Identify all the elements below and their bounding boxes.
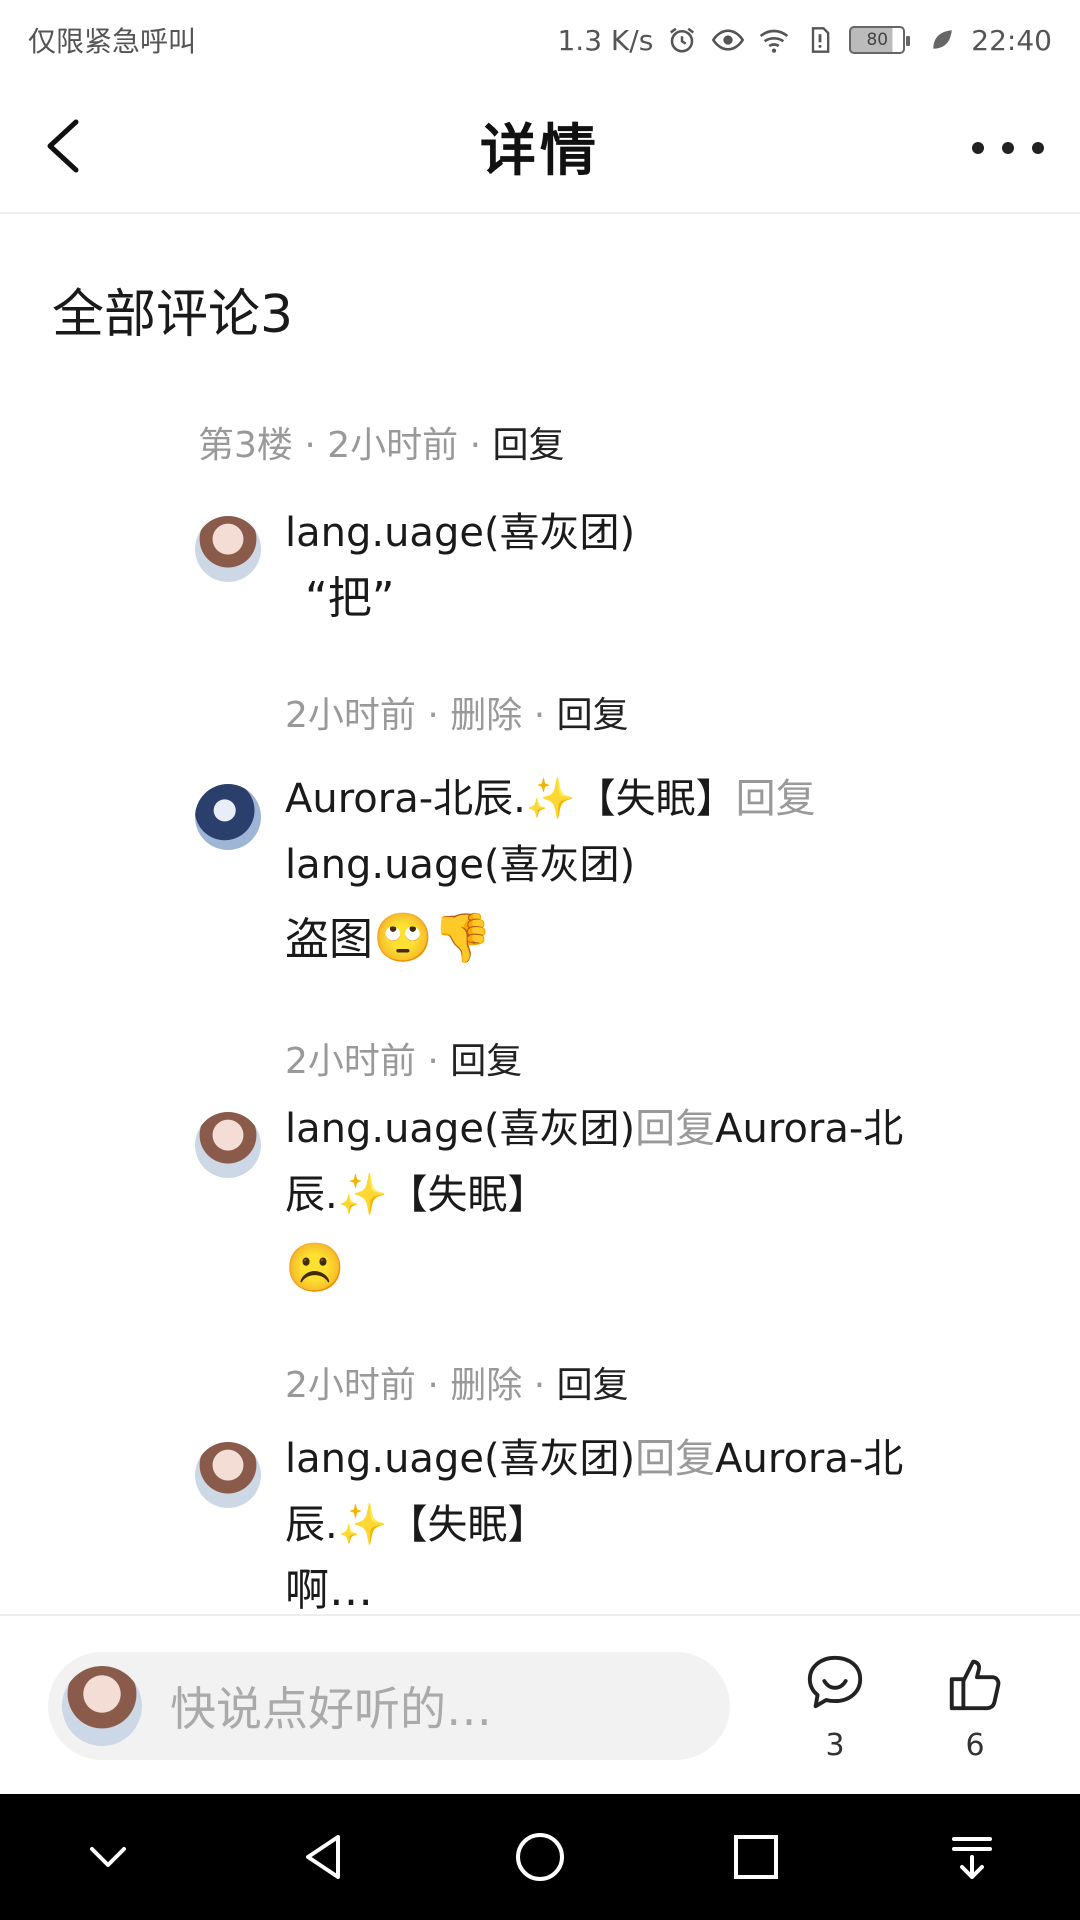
more-button[interactable] <box>972 128 1044 168</box>
reply-link[interactable]: 回复 <box>557 695 629 736</box>
floor-time: 2小时前 <box>327 425 459 466</box>
comment-button[interactable]: 3 <box>795 1652 875 1763</box>
clock-time: 22:40 <box>971 23 1052 57</box>
reply-username[interactable]: lang.uage(喜灰团) <box>285 510 635 556</box>
reply-content: Aurora-北辰.✨【失眠】回复 lang.uage(喜灰团) 盗图🙄👎 <box>285 766 1005 980</box>
reply-text: “把” <box>305 573 395 624</box>
like-count: 6 <box>965 1728 985 1763</box>
leaf-icon <box>925 23 959 57</box>
nav-recents-icon[interactable] <box>728 1829 784 1885</box>
reply-item: Aurora-北辰.✨【失眠】回复 lang.uage(喜灰团) 盗图🙄👎 2小… <box>195 766 1005 1086</box>
status-bar: 仅限紧急呼叫 1.3 K/s 80 22:40 <box>0 0 1080 80</box>
back-icon <box>47 119 79 173</box>
reply-word: 回复 <box>635 1106 716 1152</box>
floor-reply-link[interactable]: 回复 <box>493 425 565 466</box>
comment-input-bar: 快说点好听的… 3 6 <box>0 1614 1080 1794</box>
title-bar: 详情 <box>0 80 1080 214</box>
sparkle-emoji: ✨ <box>525 776 576 822</box>
comment-input[interactable]: 快说点好听的… <box>48 1652 730 1760</box>
eye-icon <box>711 23 745 57</box>
comments-header: 全部评论3 <box>52 285 294 345</box>
like-icon <box>949 1659 1001 1711</box>
reply-meta: 2小时前 · 回复 <box>285 1041 523 1082</box>
more-icon-dot <box>972 142 984 154</box>
reply-link[interactable]: 回复 <box>557 1365 629 1406</box>
reply-item: lang.uage(喜灰团) “把” 2小时前 · 删除 · 回复 <box>195 500 1005 760</box>
reply-text: 盗图 <box>285 914 373 965</box>
alarm-icon <box>665 23 699 57</box>
reply-word: 回复 <box>735 776 816 822</box>
user-tag: 【失眠】 <box>575 776 736 822</box>
avatar[interactable] <box>195 1112 261 1178</box>
floor-number: 第3楼 <box>198 425 293 466</box>
like-button[interactable]: 6 <box>935 1652 1015 1763</box>
sparkle-emoji: ✨ <box>337 1172 388 1218</box>
reply-content: lang.uage(喜灰团)回复Aurora-北辰.✨【失眠】 啊… <box>285 1426 1005 1614</box>
reply-emoji: 🙄👎 <box>373 910 493 966</box>
user-tag: 【失眠】 <box>387 1172 548 1218</box>
comment-icon <box>807 1655 863 1709</box>
collapse-icon[interactable] <box>80 1829 136 1885</box>
reply-meta: 2小时前 · 删除 · 回复 <box>285 1365 629 1406</box>
reply-time: 2小时前 <box>285 1041 416 1082</box>
nav-back-icon[interactable] <box>296 1829 352 1885</box>
screen: 仅限紧急呼叫 1.3 K/s 80 22:40 详情 全部评论3 第3楼 · 2… <box>0 0 1080 1920</box>
reply-username[interactable]: lang.uage(喜灰团) <box>285 1436 635 1482</box>
wifi-icon <box>757 23 791 57</box>
more-icon-dot <box>1002 142 1014 154</box>
avatar[interactable] <box>195 516 261 582</box>
more-icon-dot <box>1032 142 1044 154</box>
user-tag: 【失眠】 <box>387 1502 548 1548</box>
reply-text: 啊… <box>285 1565 373 1614</box>
comment-count: 3 <box>825 1728 845 1763</box>
avatar[interactable] <box>195 1442 261 1508</box>
reply-item: lang.uage(喜灰团)回复Aurora-北辰.✨【失眠】 啊… <box>195 1426 1005 1614</box>
sparkle-emoji: ✨ <box>337 1502 388 1548</box>
reply-username[interactable]: Aurora-北辰. <box>285 776 526 822</box>
reply-link[interactable]: 回复 <box>450 1041 522 1082</box>
floor-meta: 第3楼 · 2小时前 · 回复 <box>198 425 565 466</box>
reply-word: 回复 <box>635 1436 716 1482</box>
input-placeholder: 快说点好听的… <box>170 1682 492 1736</box>
page-title: 详情 <box>480 118 600 184</box>
nav-home-icon[interactable] <box>512 1829 568 1885</box>
delete-link[interactable]: 删除 <box>450 1365 522 1406</box>
reply-target[interactable]: lang.uage(喜灰团) <box>285 842 635 888</box>
reply-username[interactable]: lang.uage(喜灰团) <box>285 1106 635 1152</box>
reply-item: lang.uage(喜灰团)回复Aurora-北辰.✨【失眠】 ☹️ 2小时前 … <box>195 1096 1005 1416</box>
system-nav-bar <box>0 1794 1080 1920</box>
battery-icon: 80 <box>849 26 911 54</box>
reply-time: 2小时前 <box>285 695 416 736</box>
delete-link[interactable]: 删除 <box>450 695 522 736</box>
reply-content: lang.uage(喜灰团) “把” <box>285 500 1005 632</box>
comments-section: 全部评论3 第3楼 · 2小时前 · 回复 lang.uage(喜灰团) “把”… <box>0 216 1080 1614</box>
my-avatar <box>62 1666 142 1746</box>
network-speed: 1.3 K/s <box>557 23 654 57</box>
reply-content: lang.uage(喜灰团)回复Aurora-北辰.✨【失眠】 ☹️ <box>285 1096 1005 1308</box>
status-icons: 1.3 K/s 80 22:40 <box>557 23 1052 57</box>
back-button[interactable] <box>40 116 90 176</box>
nav-notification-icon[interactable] <box>944 1829 1000 1885</box>
reply-time: 2小时前 <box>285 1365 416 1406</box>
sim-alert-icon <box>803 23 837 57</box>
carrier-text: 仅限紧急呼叫 <box>28 25 197 58</box>
reply-meta: 2小时前 · 删除 · 回复 <box>285 695 629 736</box>
avatar[interactable] <box>195 784 261 850</box>
reply-emoji: ☹️ <box>285 1240 345 1296</box>
